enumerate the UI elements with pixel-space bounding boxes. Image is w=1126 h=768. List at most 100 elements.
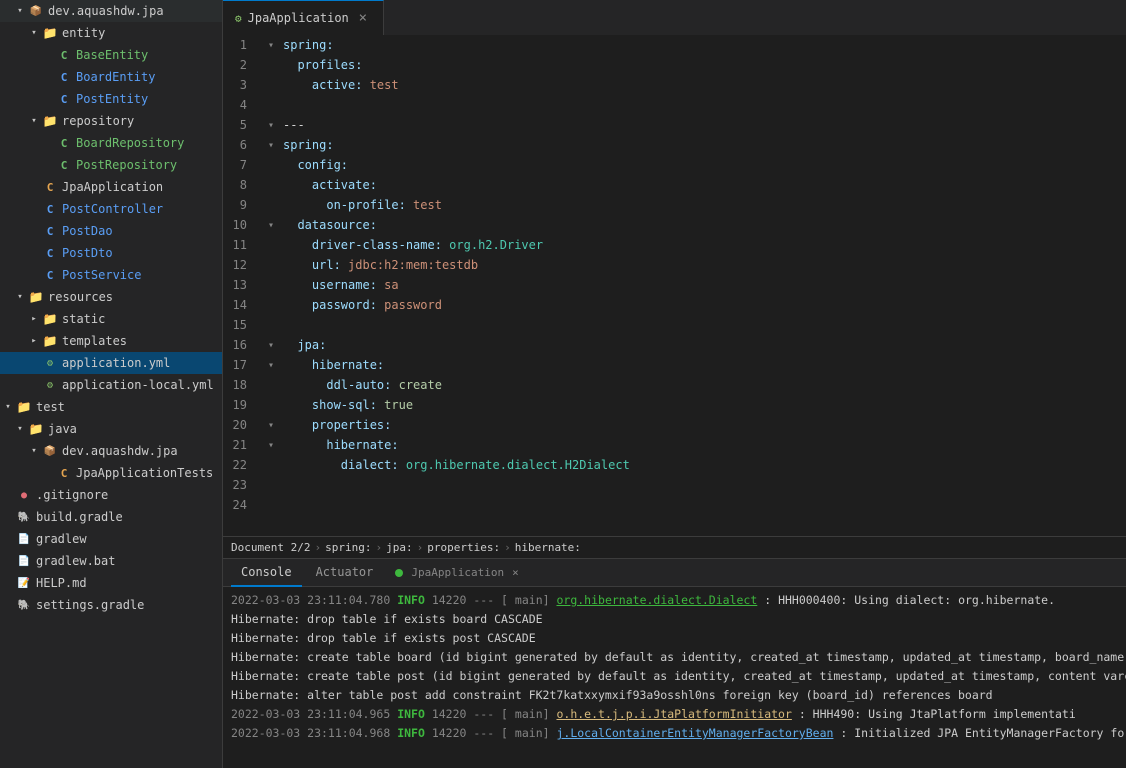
sidebar-item-PostDao[interactable]: C PostDao — [0, 220, 222, 242]
sidebar-item-application-local-yml[interactable]: ⚙ application-local.yml — [0, 374, 222, 396]
java-green-icon: C — [56, 157, 72, 173]
breadcrumb-properties[interactable]: properties: — [427, 541, 500, 554]
sidebar-item-test[interactable]: 📁 test — [0, 396, 222, 418]
sidebar[interactable]: 📦 dev.aquashdw.jpa 📁 entity C BaseEntity… — [0, 0, 223, 768]
line-number: 12 — [223, 255, 263, 275]
fold-gutter — [263, 315, 279, 335]
fold-gutter[interactable]: ▾ — [263, 215, 279, 235]
package-icon: 📦 — [28, 3, 44, 19]
log-line-7: 2022-03-03 23:11:04.965 INFO 14220 --- [… — [231, 705, 1118, 724]
breadcrumb-jpa[interactable]: jpa: — [386, 541, 413, 554]
sidebar-item-java-test[interactable]: 📁 java — [0, 418, 222, 440]
fold-gutter[interactable]: ▾ — [263, 335, 279, 355]
sidebar-item-help-md[interactable]: 📝 HELP.md — [0, 572, 222, 594]
line-number: 17 — [223, 355, 263, 375]
line-content: on-profile: test — [279, 195, 1126, 215]
sidebar-item-PostEntity[interactable]: C PostEntity — [0, 88, 222, 110]
sidebar-item-JpaApplicationTests[interactable]: C JpaApplicationTests — [0, 462, 222, 484]
log-line-5: Hibernate: create table post (id bigint … — [231, 667, 1118, 686]
sidebar-item-dev-aquashdw-jpa[interactable]: 📦 dev.aquashdw.jpa — [0, 0, 222, 22]
folder-icon: 📁 — [42, 113, 58, 129]
line-number: 7 — [223, 155, 263, 175]
breadcrumb-bar: Document 2/2 › spring: › jpa: › properti… — [223, 536, 1126, 558]
sidebar-item-JpaApplication[interactable]: C JpaApplication — [0, 176, 222, 198]
line-number: 19 — [223, 395, 263, 415]
breadcrumb-spring[interactable]: spring: — [325, 541, 371, 554]
sidebar-item-dev-aquashdw-jpa-test[interactable]: 📦 dev.aquashdw.jpa — [0, 440, 222, 462]
fold-gutter[interactable]: ▾ — [263, 435, 279, 455]
sidebar-item-static[interactable]: 📁 static — [0, 308, 222, 330]
fold-gutter[interactable]: ▾ — [263, 35, 279, 55]
log-line-2: Hibernate: drop table if exists board CA… — [231, 610, 1118, 629]
fold-gutter[interactable]: ▾ — [263, 415, 279, 435]
code-line-8: 8 activate: — [223, 175, 1126, 195]
sidebar-item-PostDto[interactable]: C PostDto — [0, 242, 222, 264]
line-content: datasource: — [279, 215, 1126, 235]
fold-gutter — [263, 495, 279, 515]
java-blue-icon: C — [56, 69, 72, 85]
panel-tab-actuator[interactable]: Actuator — [306, 559, 384, 587]
log-logger-link-1[interactable]: org.hibernate.dialect.Dialect — [556, 593, 757, 607]
line-number: 4 — [223, 95, 263, 115]
sidebar-item-gradlew[interactable]: 📄 gradlew — [0, 528, 222, 550]
sidebar-item-build-gradle[interactable]: 🐘 build.gradle — [0, 506, 222, 528]
fold-gutter[interactable]: ▾ — [263, 355, 279, 375]
chevron-icon — [28, 115, 40, 127]
log-logger-link-8[interactable]: j.LocalContainerEntityManagerFactoryBean — [556, 726, 833, 740]
fold-gutter[interactable]: ▾ — [263, 135, 279, 155]
sidebar-item-gitignore[interactable]: ● .gitignore — [0, 484, 222, 506]
code-line-21: 21 ▾ hibernate: — [223, 435, 1126, 455]
line-number: 13 — [223, 275, 263, 295]
tabs-bar: ⚙ JpaApplication × — [223, 0, 1126, 35]
line-content: active: test — [279, 75, 1126, 95]
sidebar-item-label: PostController — [62, 202, 222, 216]
fold-gutter[interactable]: ▾ — [263, 115, 279, 135]
chevron-icon — [14, 291, 26, 303]
sidebar-item-entity[interactable]: 📁 entity — [0, 22, 222, 44]
line-content — [279, 495, 1126, 515]
sidebar-item-BoardEntity[interactable]: C BoardEntity — [0, 66, 222, 88]
line-content: url: jdbc:h2:mem:testdb — [279, 255, 1126, 275]
fold-gutter — [263, 455, 279, 475]
sidebar-item-PostController[interactable]: C PostController — [0, 198, 222, 220]
tab-close-button[interactable]: × — [355, 10, 371, 26]
panel-tab-console[interactable]: Console — [231, 559, 302, 587]
sidebar-item-gradlew-bat[interactable]: 📄 gradlew.bat — [0, 550, 222, 572]
tab-JpaApplication[interactable]: ⚙ JpaApplication × — [223, 0, 384, 35]
line-number: 11 — [223, 235, 263, 255]
line-content: spring: — [279, 35, 1126, 55]
sidebar-item-settings-gradle[interactable]: 🐘 settings.gradle — [0, 594, 222, 616]
fold-gutter — [263, 95, 279, 115]
sidebar-item-PostService[interactable]: C PostService — [0, 264, 222, 286]
sidebar-item-resources[interactable]: 📁 resources — [0, 286, 222, 308]
sidebar-item-PostRepository[interactable]: C PostRepository — [0, 154, 222, 176]
sidebar-item-templates[interactable]: 📁 templates — [0, 330, 222, 352]
line-content: ddl-auto: create — [279, 375, 1126, 395]
sidebar-item-BoardRepository[interactable]: C BoardRepository — [0, 132, 222, 154]
tab-file-icon: ⚙ — [235, 12, 242, 25]
sidebar-item-label: HELP.md — [36, 576, 222, 590]
tab-close-bottom[interactable]: × — [512, 566, 519, 579]
code-line-15: 15 — [223, 315, 1126, 335]
java-orange-icon: C — [42, 179, 58, 195]
code-line-20: 20 ▾ properties: — [223, 415, 1126, 435]
breadcrumb-hibernate[interactable]: hibernate: — [515, 541, 581, 554]
code-line-9: 9 on-profile: test — [223, 195, 1126, 215]
sidebar-item-label: java — [48, 422, 222, 436]
code-editor[interactable]: 1 ▾ spring: 2 profiles: 3 active: test — [223, 35, 1126, 536]
log-logger-link-7[interactable]: o.h.e.t.j.p.i.JtaPlatformInitiator — [556, 707, 791, 721]
sidebar-item-BaseEntity[interactable]: C BaseEntity — [0, 44, 222, 66]
sidebar-item-repository[interactable]: 📁 repository — [0, 110, 222, 132]
sidebar-item-application-yml[interactable]: ⚙ application.yml — [0, 352, 222, 374]
line-number: 14 — [223, 295, 263, 315]
line-content: activate: — [279, 175, 1126, 195]
log-line-1: 2022-03-03 23:11:04.780 INFO 14220 --- [… — [231, 591, 1118, 610]
sidebar-item-label: dev.aquashdw.jpa — [48, 4, 222, 18]
java-blue-icon: C — [42, 245, 58, 261]
chevron-icon — [28, 445, 40, 457]
fold-gutter — [263, 75, 279, 95]
log-line-6: Hibernate: alter table post add constrai… — [231, 686, 1118, 705]
java-blue-icon: C — [56, 91, 72, 107]
console-output[interactable]: 2022-03-03 23:11:04.780 INFO 14220 --- [… — [223, 587, 1126, 768]
main-container: 📦 dev.aquashdw.jpa 📁 entity C BaseEntity… — [0, 0, 1126, 768]
